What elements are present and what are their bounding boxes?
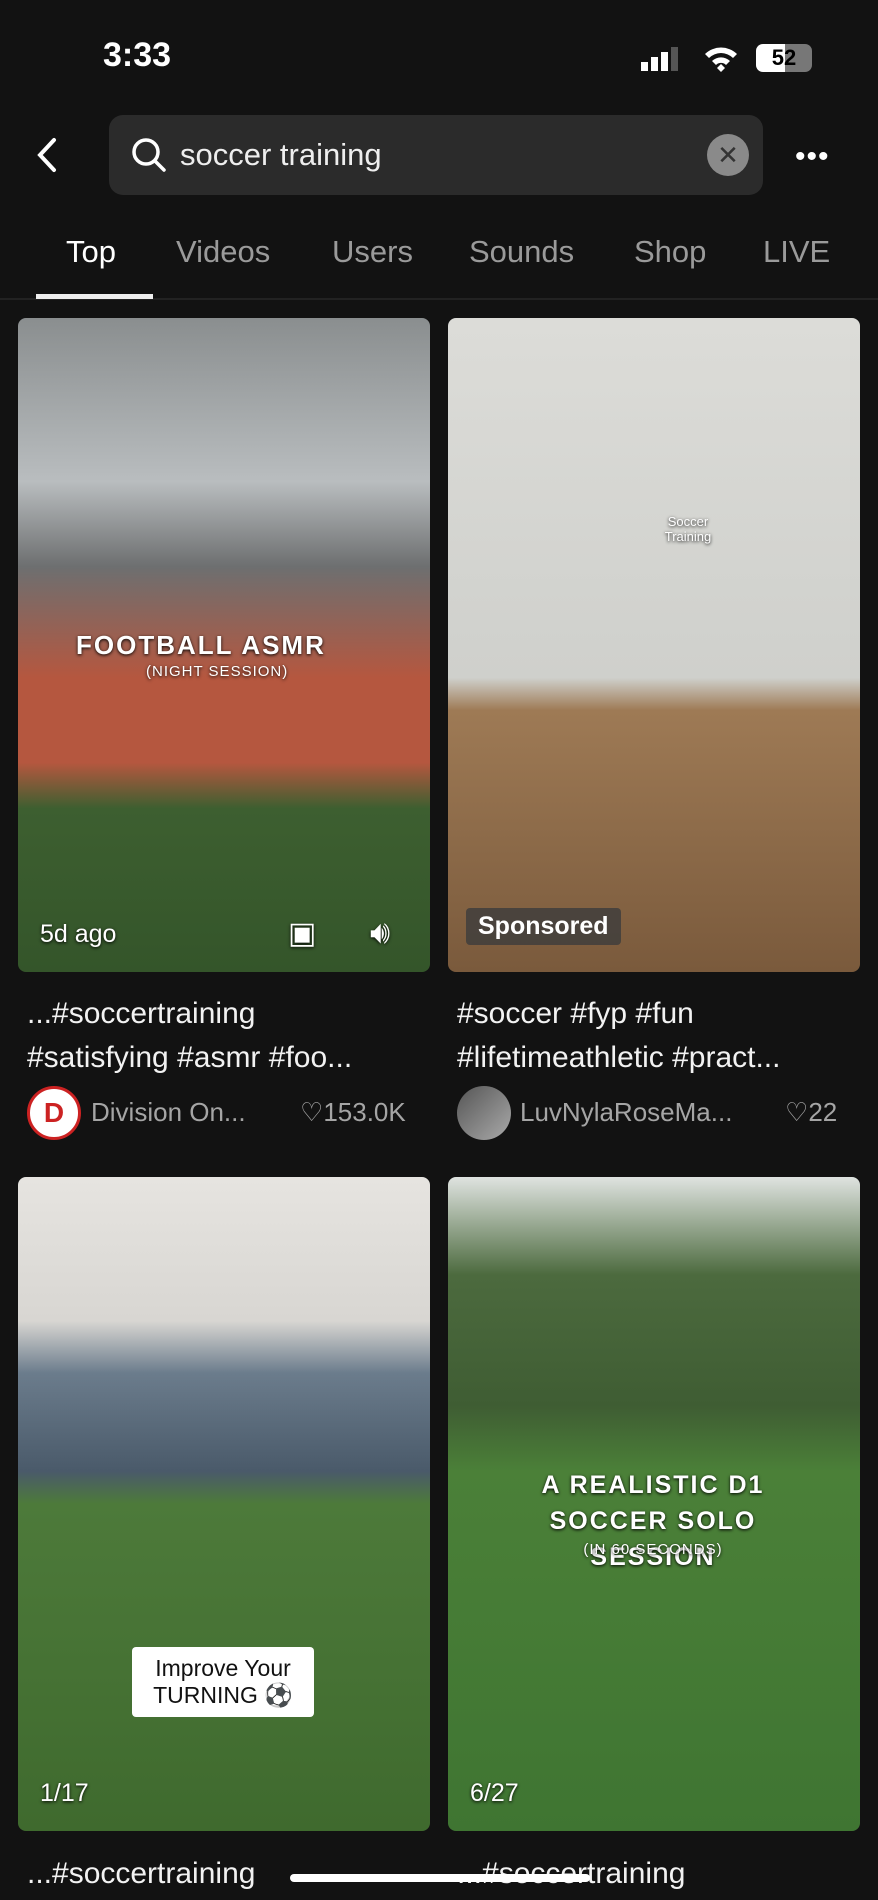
tab-shop[interactable]: Shop bbox=[634, 234, 706, 270]
video-overlay-title: Improve Your TURNING ⚽ bbox=[132, 1647, 314, 1717]
author-name[interactable]: LuvNylaRoseMa... bbox=[520, 1097, 732, 1128]
status-time: 3:33 bbox=[103, 36, 172, 74]
tab-videos[interactable]: Videos bbox=[176, 234, 270, 270]
wifi-icon bbox=[703, 44, 739, 79]
video-caption: #soccer #fyp #fun bbox=[457, 997, 694, 1030]
like-count: ♡22 bbox=[785, 1097, 838, 1127]
signal-icon bbox=[641, 47, 685, 71]
tab-live[interactable]: LIVE bbox=[763, 234, 830, 270]
caption-icon: ▣ bbox=[288, 917, 317, 950]
slide-count: 1/17 bbox=[40, 1779, 89, 1807]
heart-icon: ♡ bbox=[300, 1097, 324, 1127]
more-options-button[interactable]: ••• bbox=[795, 140, 830, 174]
post-age: 5d ago bbox=[40, 920, 117, 948]
clear-search-button[interactable]: ✕ bbox=[707, 134, 749, 176]
video-overlay-title: FOOTBALL ASMR bbox=[76, 630, 326, 660]
tab-sounds[interactable]: Sounds bbox=[469, 234, 574, 270]
video-overlay-title: A REALISTIC D1 SOCCER SOLO SESSION bbox=[541, 1471, 765, 1571]
avatar[interactable] bbox=[457, 1086, 511, 1140]
heart-icon: ♡ bbox=[785, 1097, 809, 1127]
tab-users[interactable]: Users bbox=[332, 234, 413, 270]
video-caption: #lifetimeathletic #pract... bbox=[457, 1041, 781, 1074]
like-count: ♡153.0K bbox=[300, 1097, 406, 1127]
battery-icon: 52 bbox=[756, 44, 812, 72]
search-input[interactable]: soccer training bbox=[109, 115, 763, 195]
video-card[interactable]: Improve Your TURNING ⚽ 1/17 bbox=[18, 1177, 430, 1831]
video-card[interactable]: Soccer Training Sponsored bbox=[448, 318, 860, 972]
home-indicator[interactable] bbox=[290, 1874, 590, 1882]
avatar[interactable]: D bbox=[27, 1086, 81, 1140]
tab-top[interactable]: Top bbox=[66, 234, 116, 270]
video-overlay-subtitle: (IN 60 SECONDS) bbox=[583, 1541, 723, 1558]
video-caption: ...#soccertraining bbox=[27, 997, 256, 1030]
video-card[interactable]: FOOTBALL ASMR (NIGHT SESSION) 5d ago ▣ 🔊… bbox=[18, 318, 430, 972]
sponsored-badge: Sponsored bbox=[466, 908, 621, 945]
author-name[interactable]: Division On... bbox=[91, 1097, 246, 1128]
search-query: soccer training bbox=[180, 137, 382, 172]
battery-level: 52 bbox=[771, 45, 797, 70]
video-caption: ...#soccertraining bbox=[27, 1857, 256, 1890]
video-overlay-subtitle: (NIGHT SESSION) bbox=[146, 663, 289, 680]
sound-icon[interactable]: 🔊︎ bbox=[370, 914, 390, 952]
search-icon bbox=[132, 138, 166, 172]
video-caption: #satisfying #asmr #foo... bbox=[27, 1041, 353, 1074]
back-button[interactable] bbox=[30, 135, 66, 175]
active-tab-indicator bbox=[36, 294, 153, 299]
slide-count: 6/27 bbox=[470, 1779, 519, 1807]
video-overlay-title: Soccer Training bbox=[664, 514, 712, 544]
video-card[interactable]: A REALISTIC D1 SOCCER SOLO SESSION (IN 6… bbox=[448, 1177, 860, 1831]
